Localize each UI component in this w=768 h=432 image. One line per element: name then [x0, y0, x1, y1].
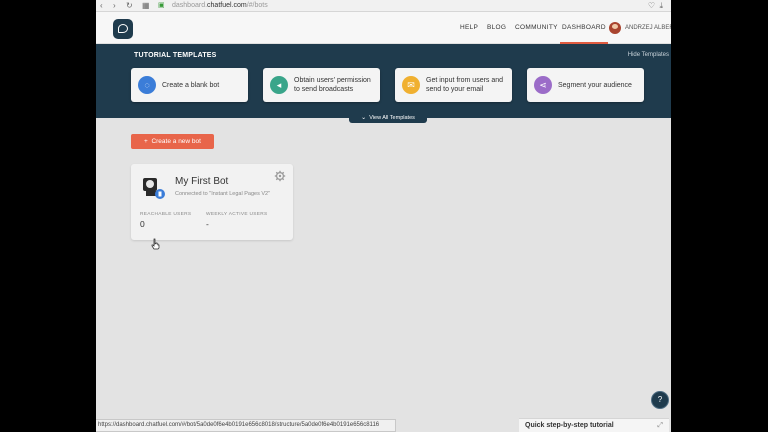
help-chat-button[interactable]: ?: [651, 391, 669, 409]
url-domain: chatfuel.com: [207, 2, 247, 9]
view-all-templates-button[interactable]: ⌄ View All Templates: [349, 113, 427, 123]
template-card-segment[interactable]: ⋖ Segment your audience: [527, 68, 644, 102]
url-path: /#/bots: [246, 2, 268, 9]
forward-icon[interactable]: ›: [113, 0, 116, 11]
segment-icon: ⋖: [534, 76, 552, 94]
chevron-down-icon: ⌄: [361, 115, 367, 121]
hand-cursor-icon: [151, 238, 160, 250]
template-card-broadcasts[interactable]: ◂ Obtain users' permission to send broad…: [263, 68, 380, 102]
nav-help[interactable]: HELP: [460, 12, 478, 44]
template-card-label: Create a blank bot: [162, 81, 220, 89]
bot-name[interactable]: My First Bot: [175, 176, 228, 187]
template-card-email-input[interactable]: ✉ Get input from users and send to your …: [395, 68, 512, 102]
tutorial-templates-panel: TUTORIAL TEMPLATES Hide Templates ◌ Crea…: [96, 44, 671, 123]
nav-blog[interactable]: BLOG: [487, 12, 506, 44]
megaphone-icon: ◂: [270, 76, 288, 94]
quick-tutorial-title: Quick step-by-step tutorial: [525, 422, 614, 429]
heart-icon[interactable]: ♡: [648, 0, 655, 11]
user-avatar[interactable]: [609, 22, 621, 34]
weekly-active-users-value: -: [206, 219, 209, 229]
plus-icon: +: [144, 138, 148, 145]
template-card-label: Get input from users and send to your em…: [426, 77, 504, 93]
question-icon: ?: [657, 395, 663, 404]
lock-icon: ▣: [158, 2, 165, 9]
browser-viewport: ‹ › ↻ ▦ ▣ dashboard.chatfuel.com/#/bots …: [96, 0, 671, 432]
expand-icon[interactable]: ⤢: [657, 419, 663, 432]
back-icon[interactable]: ‹: [100, 0, 103, 11]
url-prefix: dashboard.: [172, 2, 208, 9]
template-card-label: Obtain users' permission to send broadca…: [294, 77, 371, 93]
grid-icon[interactable]: ▦: [142, 0, 150, 11]
reachable-users-value: 0: [140, 219, 145, 229]
envelope-icon: ✉: [402, 76, 420, 94]
view-all-label: View All Templates: [369, 115, 415, 121]
screen: ‹ › ↻ ▦ ▣ dashboard.chatfuel.com/#/bots …: [0, 0, 768, 432]
nav-community[interactable]: COMMUNITY: [515, 12, 558, 44]
gear-icon[interactable]: [274, 170, 286, 182]
nav-dashboard[interactable]: DASHBOARD: [560, 12, 608, 44]
bot-card[interactable]: My First Bot Connected to "Instant Legal…: [131, 164, 293, 240]
bot-avatar-icon: [143, 178, 165, 199]
status-bar-url: https://dashboard.chatfuel.com/#/bot/5a0…: [96, 419, 396, 432]
address-bar[interactable]: dashboard.chatfuel.com/#/bots: [172, 0, 268, 11]
user-name[interactable]: ANDRZEJ ALBERT: [625, 12, 671, 44]
browser-toolbar: ‹ › ↻ ▦ ▣ dashboard.chatfuel.com/#/bots …: [96, 0, 671, 12]
reload-icon[interactable]: ↻: [126, 0, 133, 11]
create-new-bot-button[interactable]: + Create a new bot: [131, 134, 214, 149]
template-card-label: Segment your audience: [558, 81, 632, 89]
bot-connected-page: Connected to "Instant Legal Pages V2": [175, 191, 271, 197]
template-card-blank-bot[interactable]: ◌ Create a blank bot: [131, 68, 248, 102]
quick-tutorial-panel[interactable]: Quick step-by-step tutorial ⤢: [519, 418, 669, 432]
weekly-active-users-label: WEEKLY ACTIVE USERS: [206, 212, 268, 217]
chat-bubble-icon: ◌: [138, 76, 156, 94]
hide-templates-link[interactable]: Hide Templates: [628, 52, 669, 58]
download-icon[interactable]: ⤓: [659, 0, 663, 11]
chatfuel-logo-icon[interactable]: [113, 19, 133, 39]
create-new-bot-label: Create a new bot: [151, 138, 201, 145]
reachable-users-label: REACHABLE USERS: [140, 212, 192, 217]
app-header: HELP BLOG COMMUNITY DASHBOARD ANDRZEJ AL…: [96, 12, 671, 44]
tutorial-title: TUTORIAL TEMPLATES: [134, 52, 217, 59]
